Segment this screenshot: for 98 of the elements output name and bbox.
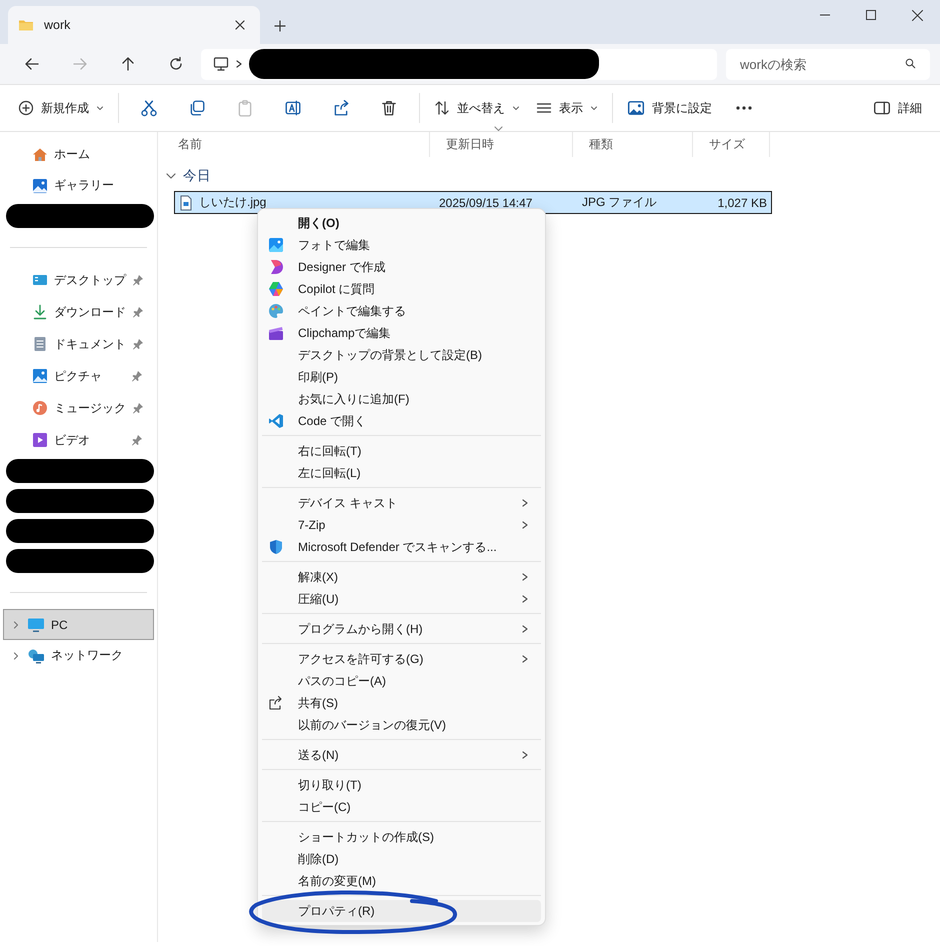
menu-item[interactable]: 切り取り(T) [262, 774, 541, 796]
details-button[interactable]: 詳細 [865, 91, 930, 125]
vscode-icon [268, 413, 284, 429]
sidebar-item[interactable]: ピクチャ [3, 360, 154, 392]
sidebar-item[interactable]: ホーム [3, 139, 154, 170]
menu-item[interactable]: 以前のバージョンの復元(V) [262, 714, 541, 736]
share-icon [332, 99, 350, 117]
wallpaper-button[interactable]: 背景に設定 [619, 91, 720, 125]
sidebar-item[interactable]: ネットワーク [3, 640, 154, 671]
menu-item[interactable]: Microsoft Defender でスキャンする... [262, 536, 541, 558]
menu-item[interactable]: デスクトップの背景として設定(B) [262, 344, 541, 366]
photo-app-icon [268, 237, 284, 253]
menu-item[interactable]: デバイス キャスト [262, 492, 541, 514]
music-note-icon [32, 400, 48, 416]
menu-item[interactable]: Clipchampで編集 [262, 322, 541, 344]
group-header[interactable]: 今日 [183, 167, 211, 185]
download-icon [32, 304, 48, 320]
menu-item[interactable]: プロパティ(R) [262, 900, 541, 922]
search-field[interactable]: workの検索 [726, 48, 930, 80]
menu-item[interactable]: 開く(O) [262, 212, 541, 234]
trash-icon [380, 99, 398, 117]
more-icon [736, 106, 752, 110]
clipchamp-app-icon [268, 325, 284, 341]
plus-icon [274, 20, 286, 32]
desktop-icon [32, 272, 48, 288]
sidebar-item[interactable]: ミュージック [3, 392, 154, 424]
close-icon [234, 19, 246, 31]
refresh-icon [168, 56, 184, 72]
sidebar-item[interactable]: ダウンロード [3, 296, 154, 328]
column-header[interactable]: サイズ [693, 132, 770, 157]
table-cell: 2025/09/15 14:47 [439, 196, 532, 210]
menu-item[interactable]: Code で開く [262, 410, 541, 432]
chevron-icon [235, 59, 243, 69]
sidebar-item[interactable]: デスクトップ [3, 264, 154, 296]
palette-icon [268, 303, 284, 319]
image-file-icon [179, 194, 193, 210]
gallery-icon [32, 178, 48, 194]
close-icon [912, 10, 922, 20]
view-button[interactable]: 表示 [528, 91, 606, 125]
table-cell: JPG ファイル [582, 194, 657, 211]
menu-item[interactable]: Designer で作成 [262, 256, 541, 278]
clipboard-icon [236, 99, 254, 117]
menu-item[interactable]: ペイントで編集する [262, 300, 541, 322]
address-bar[interactable] [201, 48, 717, 80]
menu-item[interactable]: 左に回転(L) [262, 462, 541, 484]
maximize-icon [866, 10, 876, 20]
video-icon [32, 432, 48, 448]
menu-item[interactable]: 送る(N) [262, 744, 541, 766]
sidebar-item[interactable]: PC [3, 609, 154, 640]
table-cell: しいたけ.jpg [199, 194, 266, 211]
column-header[interactable]: 種類 [573, 132, 693, 157]
sort-icon [434, 100, 450, 116]
menu-item[interactable]: フォトで編集 [262, 234, 541, 256]
menu-item[interactable]: 解凍(X) [262, 566, 541, 588]
rename-icon [284, 99, 302, 117]
table-cell: 1,027 KB [718, 196, 767, 210]
designer-app-icon [268, 259, 284, 275]
network-icon [27, 648, 45, 664]
column-header[interactable]: 更新日時 [430, 132, 573, 157]
search-icon [905, 58, 918, 70]
menu-item[interactable]: 右に回転(T) [262, 440, 541, 462]
menu-item[interactable]: 印刷(P) [262, 366, 541, 388]
shield-icon [268, 539, 284, 555]
menu-item[interactable]: ショートカットの作成(S) [262, 826, 541, 848]
forward-arrow-icon [72, 56, 88, 72]
plus-circle-icon [18, 100, 34, 116]
menu-item[interactable]: パスのコピー(A) [262, 670, 541, 692]
menu-item[interactable]: アクセスを許可する(G) [262, 648, 541, 670]
menu-item[interactable]: お気に入りに追加(F) [262, 388, 541, 410]
column-header[interactable]: 名前 [174, 132, 430, 157]
wallpaper-icon [627, 99, 645, 117]
sidebar-item[interactable]: ギャラリー [3, 170, 154, 201]
menu-item[interactable]: 名前の変更(M) [262, 870, 541, 892]
new-button[interactable]: 新規作成 [10, 91, 112, 125]
menu-item[interactable]: Copilot に質問 [262, 278, 541, 300]
menu-item[interactable]: 共有(S) [262, 692, 541, 714]
tab-title: work [44, 18, 72, 32]
copilot-app-icon [268, 281, 284, 297]
sidebar-item[interactable]: ドキュメント [3, 328, 154, 360]
sort-button[interactable]: 並べ替え [426, 91, 528, 125]
picture-icon [32, 368, 48, 384]
up-arrow-icon [120, 56, 136, 72]
scissors-icon [140, 99, 158, 117]
monitor-icon [27, 616, 45, 632]
sidebar-item[interactable]: ビデオ [3, 424, 154, 456]
menu-item[interactable]: プログラムから開く(H) [262, 618, 541, 640]
menu-item[interactable]: コピー(C) [262, 796, 541, 818]
back-arrow-icon [24, 56, 40, 72]
share-icon [268, 695, 284, 711]
document-icon [32, 336, 48, 352]
window-tab[interactable]: work [8, 6, 260, 44]
computer-icon [213, 56, 229, 72]
copy-icon [188, 99, 206, 117]
menu-item[interactable]: 削除(D) [262, 848, 541, 870]
menu-item[interactable]: 7-Zip [262, 514, 541, 536]
details-pane-icon [873, 99, 891, 117]
home-icon [32, 146, 48, 162]
menu-item[interactable]: 圧縮(U) [262, 588, 541, 610]
